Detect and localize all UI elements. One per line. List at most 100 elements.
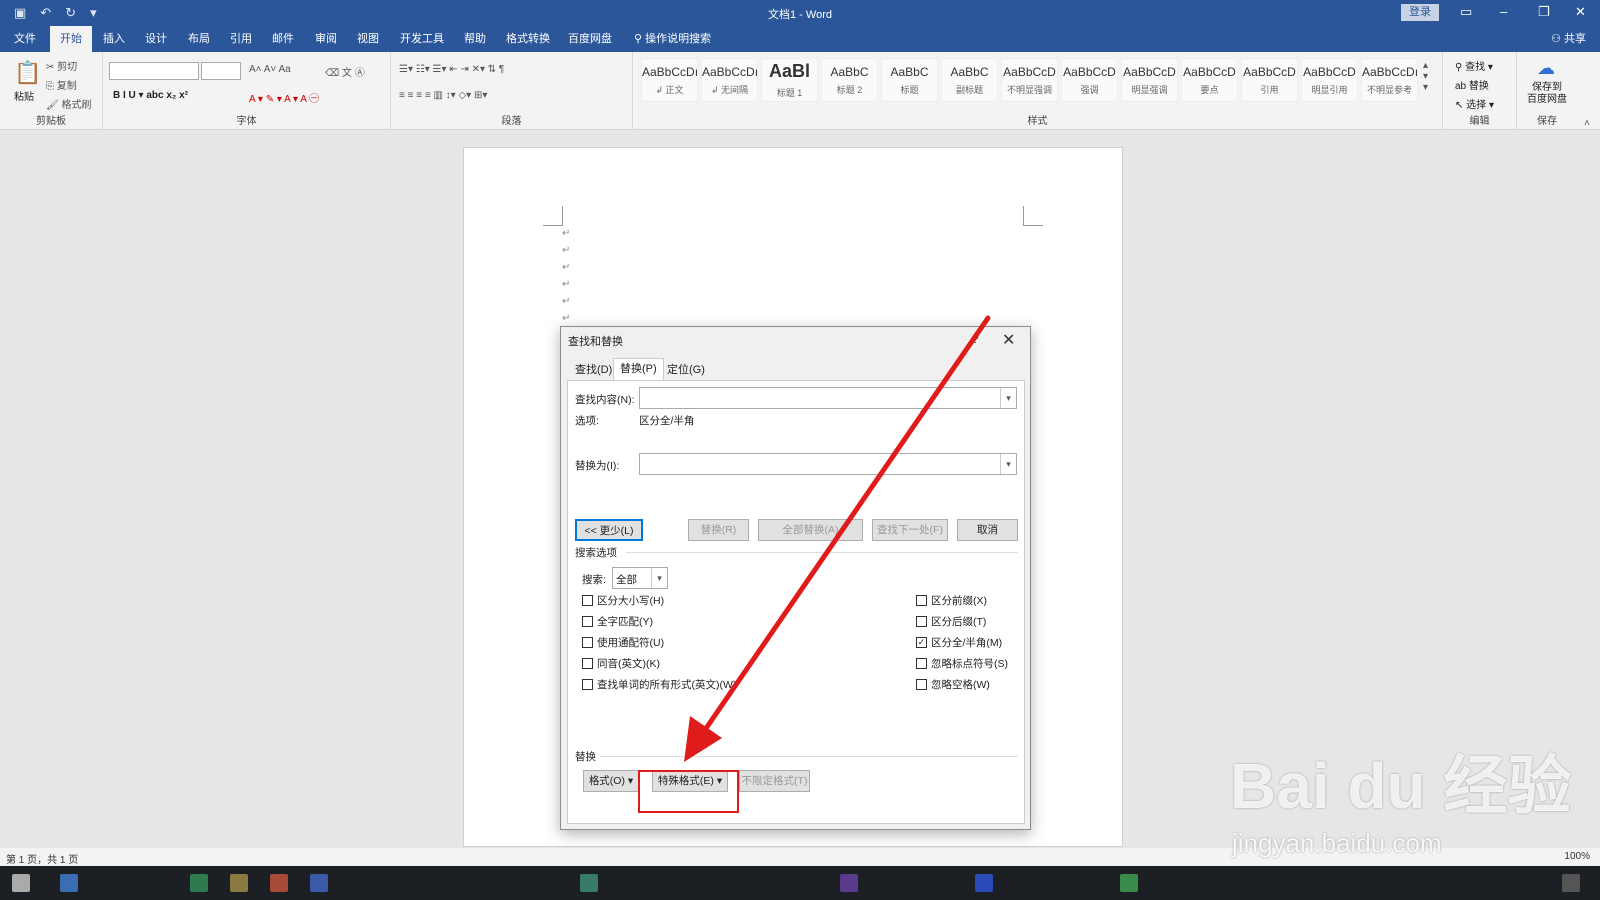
style-card[interactable]: AaBbCcDı 不明显参考 — [1361, 58, 1418, 102]
taskbar-app-icon[interactable] — [975, 874, 993, 892]
close-window-icon[interactable]: ✕ — [1575, 4, 1586, 20]
tab-replace[interactable]: 替换(P) — [613, 358, 664, 381]
cut-button[interactable]: ✂ 剪切 — [46, 58, 77, 73]
option-checkbox[interactable]: 使用通配符(U) — [582, 635, 664, 650]
less-button[interactable]: << 更少(L) — [575, 519, 643, 541]
taskbar-app-icon[interactable] — [310, 874, 328, 892]
taskbar-app-icon[interactable] — [230, 874, 248, 892]
styles-scroll-icon[interactable]: ▴ ▾ ▾ — [1423, 60, 1428, 93]
chevron-down-icon[interactable]: ▾ — [651, 568, 667, 588]
cloud-icon[interactable]: ☁ — [1537, 58, 1555, 79]
help-icon[interactable]: ? — [972, 332, 979, 346]
option-checkbox[interactable]: 全字匹配(Y) — [582, 614, 653, 629]
font-effect-icons[interactable]: A ▾ ✎ ▾ A ▾ A ㊀ — [249, 90, 319, 105]
paste-icon[interactable]: 📋 — [14, 60, 41, 86]
tab-developer[interactable]: 开发工具 — [390, 26, 454, 52]
paste-label[interactable]: 粘贴 — [14, 88, 34, 103]
style-card[interactable]: AaBbCcD 强调 — [1061, 58, 1118, 102]
tab-find[interactable]: 查找(D) — [569, 360, 618, 380]
font-size-combo[interactable] — [201, 62, 241, 80]
find-next-button[interactable]: 查找下一处(F) — [872, 519, 948, 541]
taskbar-app-icon[interactable] — [1120, 874, 1138, 892]
no-formatting-button[interactable]: 不限定格式(T) — [739, 770, 810, 792]
taskbar-app-icon[interactable] — [190, 874, 208, 892]
empty-box-icon[interactable] — [916, 595, 927, 606]
empty-box-icon[interactable] — [582, 616, 593, 627]
font-name-combo[interactable] — [109, 62, 199, 80]
tab-review[interactable]: 审阅 — [305, 26, 347, 52]
tab-file[interactable]: 文件 — [4, 26, 46, 52]
option-checkbox[interactable]: 查找单词的所有形式(英文)(W) — [582, 677, 736, 692]
empty-box-icon[interactable] — [582, 595, 593, 606]
font-style-icons[interactable]: B I U ▾ abc x₂ x² — [113, 90, 188, 101]
find-what-input[interactable]: ▾ — [639, 387, 1017, 409]
tab-help[interactable]: 帮助 — [454, 26, 496, 52]
share-button[interactable]: ⚇ 共享 — [1551, 26, 1586, 52]
option-checkbox[interactable]: 忽略空格(W) — [916, 677, 990, 692]
list-icons[interactable]: ☰▾ ☷▾ ☰▾ ⇤ ⇥ ✕▾ ⇅ ¶ — [399, 64, 504, 75]
minimize-icon[interactable]: – — [1500, 4, 1507, 19]
copy-button[interactable]: ⎘ 复制 — [46, 77, 77, 92]
empty-box-icon[interactable] — [916, 658, 927, 669]
option-checkbox[interactable]: 同音(英文)(K) — [582, 656, 660, 671]
style-card[interactable]: AaBbC 副标题 — [941, 58, 998, 102]
search-direction-select[interactable]: 全部 ▾ — [612, 567, 668, 589]
save-to-baidu-button[interactable]: 保存到 百度网盘 — [1521, 82, 1573, 106]
tab-goto[interactable]: 定位(G) — [661, 360, 711, 380]
replace-button[interactable]: 替换(R) — [688, 519, 749, 541]
close-icon[interactable]: ✕ — [1002, 330, 1015, 350]
option-checkbox[interactable]: 区分前缀(X) — [916, 593, 987, 608]
option-checkbox[interactable]: ✓ 区分全/半角(M) — [916, 635, 1002, 650]
tab-layout[interactable]: 布局 — [178, 26, 220, 52]
grow-font-icon[interactable]: A˄ A˅ Aa — [249, 64, 291, 75]
tab-baidu-pan[interactable]: 百度网盘 — [558, 26, 622, 52]
option-checkbox[interactable]: 忽略标点符号(S) — [916, 656, 1008, 671]
collapse-ribbon-icon[interactable]: ˄ — [1584, 118, 1590, 129]
chevron-down-icon[interactable]: ▾ — [1000, 454, 1016, 474]
align-icons[interactable]: ≡ ≡ ≡ ≡ ▥ ↕▾ ◇▾ ⊞▾ — [399, 90, 487, 101]
style-card[interactable]: AaBbCcD 不明显强调 — [1001, 58, 1058, 102]
ribbon-display-icon[interactable]: ▭ — [1460, 4, 1472, 20]
tab-format-convert[interactable]: 格式转换 — [496, 26, 560, 52]
zoom-level[interactable]: 100% — [1564, 851, 1590, 862]
format-dropdown-button[interactable]: 格式(O) ▾ — [583, 770, 639, 792]
style-card[interactable]: AaBbCcD 要点 — [1181, 58, 1238, 102]
style-card[interactable]: AaBl 标题 1 — [761, 58, 818, 102]
find-button[interactable]: ⚲ 查找 ▾ — [1455, 58, 1493, 73]
style-card[interactable]: AaBbCcDı ↲ 无间隔 — [701, 58, 758, 102]
taskbar-app-icon[interactable] — [840, 874, 858, 892]
option-checkbox[interactable]: 区分大小写(H) — [582, 593, 664, 608]
empty-box-icon[interactable] — [916, 616, 927, 627]
style-card[interactable]: AaBbCcD 明显引用 — [1301, 58, 1358, 102]
style-card[interactable]: AaBbCcDı ↲ 正文 — [641, 58, 698, 102]
style-card[interactable]: AaBbCcD 明显强调 — [1121, 58, 1178, 102]
empty-box-icon[interactable] — [582, 637, 593, 648]
cancel-button[interactable]: 取消 — [957, 519, 1018, 541]
tab-home[interactable]: 开始 — [50, 26, 92, 52]
style-card[interactable]: AaBbCcD 引用 — [1241, 58, 1298, 102]
notification-icon[interactable] — [1562, 874, 1580, 892]
chevron-down-icon[interactable]: ▾ — [1000, 388, 1016, 408]
tab-references[interactable]: 引用 — [220, 26, 262, 52]
tell-me-search[interactable]: ⚲ 操作说明搜索 — [624, 26, 721, 52]
empty-box-icon[interactable] — [582, 658, 593, 669]
select-button[interactable]: ↖ 选择 ▾ — [1455, 96, 1494, 111]
login-button[interactable]: 登录 — [1401, 4, 1439, 21]
style-card[interactable]: AaBbC 标题 — [881, 58, 938, 102]
taskbar-app-icon[interactable] — [580, 874, 598, 892]
restore-icon[interactable]: ❐ — [1538, 4, 1550, 20]
tab-mailings[interactable]: 邮件 — [262, 26, 304, 52]
replace-with-input[interactable]: ▾ — [639, 453, 1017, 475]
format-painter-button[interactable]: 🖌 格式刷 — [46, 96, 91, 111]
tab-insert[interactable]: 插入 — [93, 26, 135, 52]
option-checkbox[interactable]: 区分后缀(T) — [916, 614, 986, 629]
style-card[interactable]: AaBbC 标题 2 — [821, 58, 878, 102]
tab-design[interactable]: 设计 — [135, 26, 177, 52]
tab-view[interactable]: 视图 — [347, 26, 389, 52]
replace-all-button[interactable]: 全部替换(A) — [758, 519, 863, 541]
checked-box-icon[interactable]: ✓ — [916, 637, 927, 648]
start-icon[interactable] — [12, 874, 30, 892]
taskbar-app-icon[interactable] — [270, 874, 288, 892]
replace-button[interactable]: ab 替换 — [1455, 77, 1489, 92]
empty-box-icon[interactable] — [582, 679, 593, 690]
